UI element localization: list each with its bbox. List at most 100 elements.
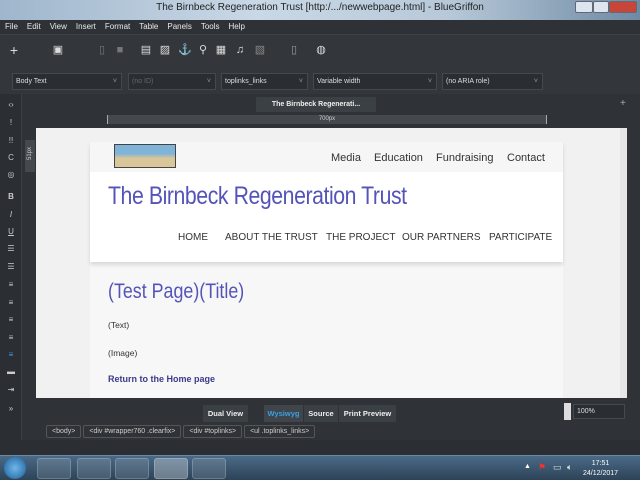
title-bar: The Birnbeck Regeneration Trust [http:/.… bbox=[0, 0, 640, 20]
paragraph-format-select[interactable]: Body Text bbox=[12, 73, 122, 90]
network-icon[interactable]: ▭ bbox=[553, 462, 562, 473]
italic-icon[interactable]: I bbox=[5, 210, 17, 219]
breadcrumb-toplinks[interactable]: <div #toplinks> bbox=[183, 425, 243, 438]
vertical-scrollbar[interactable] bbox=[620, 128, 627, 398]
flag-icon[interactable]: ⚑ bbox=[538, 462, 546, 473]
menu-insert[interactable]: Insert bbox=[76, 20, 96, 34]
align-center-icon[interactable]: ≡ bbox=[5, 315, 17, 324]
wysiwyg-editor[interactable]: Media Education Fundraising Contact The … bbox=[36, 128, 620, 398]
minimize-button[interactable] bbox=[575, 1, 593, 13]
menu-file[interactable]: File bbox=[5, 20, 18, 34]
breadcrumb: <body> <div #wrapper760 .clearfix> <div … bbox=[46, 425, 316, 438]
height-label: 51px bbox=[27, 146, 33, 160]
image-icon[interactable]: ▨ bbox=[159, 44, 171, 56]
home-page-link[interactable]: Return to the Home page bbox=[108, 374, 215, 384]
stop-icon[interactable]: ■ bbox=[114, 44, 126, 56]
format-sidebar: ‹› ! !! C ◎ B I U ☰ ☰ ≡ ≡ ≡ ≡ ≡ ▬ ⇥ » bbox=[0, 94, 22, 440]
clock[interactable]: 17:51 24/12/2017 bbox=[583, 459, 618, 479]
align-right-icon[interactable]: ≡ bbox=[5, 298, 17, 307]
more-icon[interactable]: » bbox=[5, 404, 17, 413]
styles-icon[interactable]: ▯ bbox=[288, 44, 300, 56]
window-title: The Birnbeck Regeneration Trust [http:/.… bbox=[156, 2, 484, 13]
menu-help[interactable]: Help bbox=[229, 20, 245, 34]
indent-icon[interactable]: ⇥ bbox=[5, 385, 17, 394]
toplink-fundraising[interactable]: Fundraising bbox=[436, 152, 493, 164]
source-button[interactable]: Source bbox=[304, 405, 338, 422]
id-select[interactable]: (no ID) bbox=[128, 73, 216, 90]
paint-icon[interactable] bbox=[192, 458, 226, 479]
table-icon[interactable]: ▤ bbox=[140, 44, 152, 56]
aria-role-select[interactable]: (no ARIA role) bbox=[442, 73, 543, 90]
toplink-contact[interactable]: Contact bbox=[507, 152, 545, 164]
menu-bar: File Edit View Insert Format Table Panel… bbox=[0, 20, 640, 34]
print-preview-button[interactable]: Print Preview bbox=[339, 405, 396, 422]
file-explorer-icon[interactable] bbox=[77, 458, 111, 479]
firefox-icon[interactable] bbox=[37, 458, 71, 479]
maximize-button[interactable] bbox=[593, 1, 609, 13]
clock-date: 24/12/2017 bbox=[583, 470, 619, 477]
breadcrumb-ul[interactable]: <ul .toplinks_links> bbox=[244, 425, 316, 438]
form-icon[interactable]: ▧ bbox=[254, 44, 266, 56]
image-placeholder: (Image) bbox=[108, 348, 138, 358]
globe-icon[interactable]: ◍ bbox=[315, 44, 327, 56]
hr-icon[interactable]: ▬ bbox=[5, 367, 17, 376]
code-icon[interactable]: ‹› bbox=[5, 100, 17, 109]
width-select[interactable]: Variable width bbox=[313, 73, 437, 90]
toplink-media[interactable]: Media bbox=[331, 152, 361, 164]
align-left-icon[interactable]: ≡ bbox=[5, 280, 17, 289]
dual-view-button[interactable]: Dual View bbox=[203, 405, 248, 422]
link-icon[interactable]: ⚲ bbox=[197, 44, 209, 56]
logo-image bbox=[114, 144, 176, 168]
nav-partners[interactable]: OUR PARTNERS bbox=[402, 232, 481, 243]
menu-format[interactable]: Format bbox=[105, 20, 130, 34]
nav-project[interactable]: THE PROJECT bbox=[326, 232, 395, 243]
menu-table[interactable]: Table bbox=[139, 20, 158, 34]
height-ruler: 51px bbox=[25, 140, 35, 172]
text-placeholder: (Text) bbox=[108, 320, 130, 330]
volume-icon[interactable]: 🔈︎ bbox=[567, 462, 572, 473]
zoom-select[interactable]: 100% bbox=[573, 404, 625, 419]
nav-home[interactable]: HOME bbox=[178, 232, 208, 243]
c-icon[interactable]: C bbox=[5, 153, 17, 162]
breadcrumb-body[interactable]: <body> bbox=[46, 425, 82, 438]
class-select[interactable]: toplinks_links bbox=[221, 73, 308, 90]
menu-panels[interactable]: Panels bbox=[167, 20, 191, 34]
nav-about[interactable]: ABOUT THE TRUST bbox=[225, 232, 318, 243]
close-button[interactable] bbox=[609, 1, 637, 13]
media-player-icon[interactable] bbox=[115, 458, 149, 479]
wysiwyg-button[interactable]: Wysiwyg bbox=[264, 405, 303, 422]
anchor-icon[interactable]: ⚓ bbox=[178, 44, 192, 56]
underline-icon[interactable]: U bbox=[5, 227, 17, 236]
menu-view[interactable]: View bbox=[50, 20, 67, 34]
direction-icon[interactable]: ≡ bbox=[5, 350, 17, 359]
document-tab[interactable]: The Birnbeck Regenerati... bbox=[256, 97, 376, 112]
save-icon[interactable]: ▯ bbox=[96, 44, 108, 56]
menu-edit[interactable]: Edit bbox=[27, 20, 41, 34]
page-wrapper: Media Education Fundraising Contact The … bbox=[90, 142, 563, 398]
open-icon[interactable]: ▣ bbox=[52, 44, 64, 56]
toplink-education[interactable]: Education bbox=[374, 152, 423, 164]
bullet-list-icon[interactable]: ☰ bbox=[5, 244, 17, 253]
bluegriffon-icon[interactable] bbox=[154, 458, 188, 479]
justify-icon[interactable]: ≡ bbox=[5, 333, 17, 342]
toplinks-row: Media Education Fundraising Contact bbox=[90, 142, 563, 172]
numbered-list-icon[interactable]: ☰ bbox=[5, 262, 17, 271]
bold-icon[interactable]: B bbox=[5, 192, 17, 201]
important-icon[interactable]: ! bbox=[5, 118, 17, 127]
tray-arrow-icon[interactable]: ▲ bbox=[524, 463, 531, 470]
menu-tools[interactable]: Tools bbox=[201, 20, 220, 34]
taskbar: ▲ ⚑ ▭ 🔈︎ 17:51 24/12/2017 bbox=[0, 455, 640, 480]
page-header: Media Education Fundraising Contact The … bbox=[90, 142, 563, 262]
zoom-spinner[interactable] bbox=[564, 403, 571, 420]
new-icon[interactable]: + bbox=[8, 43, 20, 57]
double-exclamation-icon[interactable]: !! bbox=[5, 136, 17, 145]
color-icon[interactable]: ◎ bbox=[5, 170, 17, 179]
video-icon[interactable]: ▦ bbox=[215, 44, 227, 56]
new-tab-icon[interactable]: + bbox=[620, 98, 626, 109]
start-button[interactable] bbox=[4, 457, 26, 479]
clock-time: 17:51 bbox=[591, 460, 610, 467]
nav-participate[interactable]: PARTICIPATE bbox=[489, 232, 552, 243]
audio-icon[interactable]: ♫ bbox=[234, 44, 246, 56]
site-title: The Birnbeck Regeneration Trust bbox=[108, 182, 407, 210]
breadcrumb-wrapper[interactable]: <div #wrapper760 .clearfix> bbox=[83, 425, 182, 438]
